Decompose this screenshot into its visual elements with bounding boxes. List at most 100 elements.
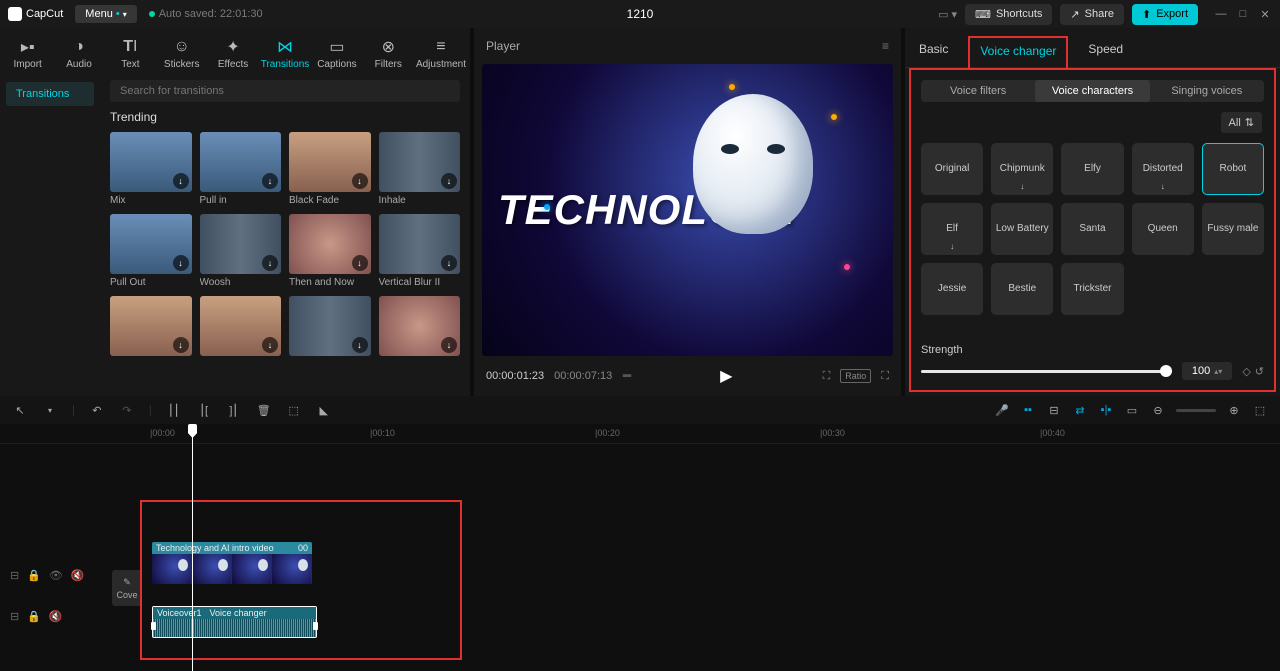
voice-jessie[interactable]: Jessie xyxy=(921,263,983,315)
transition-item[interactable]: ↓Pull in xyxy=(200,132,282,206)
split-icon[interactable]: ⎮⎮ xyxy=(166,402,182,418)
tab-audio[interactable]: ◑Audio xyxy=(53,34,104,74)
sidebar-item-transitions[interactable]: Transitions xyxy=(6,82,94,106)
play-button[interactable]: ▶ xyxy=(720,366,732,386)
aspect-icon[interactable]: ▭ ▾ xyxy=(938,8,957,21)
clip-handle-left[interactable] xyxy=(151,622,156,630)
voice-trickster[interactable]: Trickster xyxy=(1061,263,1123,315)
split-left-icon[interactable]: ⎮[ xyxy=(196,402,212,418)
subtab-voice-characters[interactable]: Voice characters xyxy=(1035,80,1149,102)
voice-elfy[interactable]: Elfy xyxy=(1061,143,1123,195)
upload-icon: ⬆ xyxy=(1142,8,1151,21)
transition-item[interactable]: ↓Then and Now xyxy=(289,214,371,288)
fullscreen-icon[interactable]: ⛶ xyxy=(881,370,889,383)
timeline[interactable]: |00:00 |00:10 |00:20 |00:30 |00:40 ⊟🔒👁🔇 … xyxy=(0,424,1280,671)
tab-transitions[interactable]: ⋈Transitions xyxy=(259,34,312,74)
transitions-grid: ↓Mix ↓Pull in ↓Black Fade ↓Inhale ↓Pull … xyxy=(110,132,460,359)
zoom-slider[interactable] xyxy=(1176,409,1216,412)
tab-captions[interactable]: ▭Captions xyxy=(311,34,362,74)
keyframe-icon[interactable]: ◇ xyxy=(1242,365,1250,378)
zoom-in-icon[interactable]: ⊕ xyxy=(1226,402,1242,418)
tab-adjustment[interactable]: ≡Adjustment xyxy=(414,34,468,74)
tab-speed[interactable]: Speed xyxy=(1084,36,1127,67)
monitor-icon[interactable]: ▭ xyxy=(1124,402,1140,418)
close-icon[interactable]: ✕ xyxy=(1258,7,1272,21)
fit-icon[interactable]: ⬚ xyxy=(1252,402,1268,418)
tag-icon[interactable]: ◣ xyxy=(316,402,332,418)
tab-filters[interactable]: ⊗Filters xyxy=(363,34,414,74)
tab-effects[interactable]: ✦Effects xyxy=(207,34,258,74)
lock-icon[interactable]: ⊟ xyxy=(10,610,19,623)
tab-stickers[interactable]: ☺Stickers xyxy=(156,34,207,74)
lock-icon[interactable]: ⊟ xyxy=(10,569,19,582)
clip-handle-right[interactable] xyxy=(313,622,318,630)
transition-item[interactable]: ↓ xyxy=(379,296,461,359)
mute-icon[interactable]: 🔇 xyxy=(49,610,63,623)
mute-icon[interactable]: 🔇 xyxy=(71,569,85,582)
audio-clip[interactable]: Voiceover1Voice changer xyxy=(152,606,317,638)
player-menu-icon[interactable]: ≡ xyxy=(882,39,889,53)
chevron-down-icon[interactable]: ▾ xyxy=(42,402,58,418)
crop-icon[interactable]: ⬚ xyxy=(286,402,302,418)
link-icon[interactable]: ⇄ xyxy=(1072,402,1088,418)
voice-elf[interactable]: Elf↓ xyxy=(921,203,983,255)
share-button[interactable]: ↗Share xyxy=(1060,4,1124,25)
undo-icon[interactable]: ↶ xyxy=(89,402,105,418)
snap-icon[interactable]: ▪▪ xyxy=(1020,402,1036,418)
voice-original[interactable]: Original xyxy=(921,143,983,195)
transition-item[interactable]: ↓Vertical Blur II xyxy=(379,214,461,288)
select-tool-icon[interactable]: ↖ xyxy=(12,402,28,418)
scan-icon[interactable]: ⛶ xyxy=(823,370,831,383)
transition-item[interactable]: ↓Woosh xyxy=(200,214,282,288)
video-clip[interactable]: Technology and AI intro video00 xyxy=(152,542,312,584)
transition-item[interactable]: ↓Mix xyxy=(110,132,192,206)
tab-voice-changer[interactable]: Voice changer xyxy=(968,36,1068,68)
zoom-out-icon[interactable]: ⊖ xyxy=(1150,402,1166,418)
transition-item[interactable]: ↓ xyxy=(289,296,371,359)
voice-low-battery[interactable]: Low Battery xyxy=(991,203,1053,255)
transition-item[interactable]: ↓Black Fade xyxy=(289,132,371,206)
preview-icon[interactable]: ▪|▪ xyxy=(1098,402,1114,418)
align-icon[interactable]: ⊟ xyxy=(1046,402,1062,418)
transition-item[interactable]: ↓ xyxy=(110,296,192,359)
transition-item[interactable]: ↓Inhale xyxy=(379,132,461,206)
voice-queen[interactable]: Queen xyxy=(1132,203,1194,255)
voice-chipmunk[interactable]: Chipmunk↓ xyxy=(991,143,1053,195)
redo-icon[interactable]: ↷ xyxy=(119,402,135,418)
delete-icon[interactable]: 🗑 xyxy=(256,402,272,418)
lock-icon[interactable]: 🔒 xyxy=(27,569,41,582)
lock-icon[interactable]: 🔒 xyxy=(27,610,41,623)
voice-distorted[interactable]: Distorted↓ xyxy=(1132,143,1194,195)
properties-panel: Basic Voice changer Speed Voice filters … xyxy=(905,28,1280,396)
transition-item[interactable]: ↓ xyxy=(200,296,282,359)
strength-value[interactable]: 100▴▾ xyxy=(1182,362,1232,380)
menu-button[interactable]: Menu•▾ xyxy=(75,5,136,23)
transition-item[interactable]: ↓Pull Out xyxy=(110,214,192,288)
shortcuts-button[interactable]: ⌨Shortcuts xyxy=(965,4,1052,25)
maximize-icon[interactable]: □ xyxy=(1236,7,1250,21)
ratio-button[interactable]: Ratio xyxy=(840,369,871,383)
voice-fussy-male[interactable]: Fussy male xyxy=(1202,203,1264,255)
playhead[interactable] xyxy=(192,424,193,671)
reset-icon[interactable]: ↺ xyxy=(1255,365,1264,378)
eye-icon[interactable]: 👁 xyxy=(49,569,63,582)
mic-icon[interactable]: 🎤 xyxy=(994,402,1010,418)
tab-basic[interactable]: Basic xyxy=(915,36,952,67)
project-title: 1210 xyxy=(627,7,654,21)
voice-robot[interactable]: Robot xyxy=(1202,143,1264,195)
subtab-voice-filters[interactable]: Voice filters xyxy=(921,80,1035,102)
voice-santa[interactable]: Santa xyxy=(1061,203,1123,255)
subtab-singing-voices[interactable]: Singing voices xyxy=(1150,80,1264,102)
waveform xyxy=(153,619,316,637)
tab-text[interactable]: TIText xyxy=(105,34,156,74)
minimize-icon[interactable]: — xyxy=(1214,7,1228,21)
tab-import[interactable]: ▸▪Import xyxy=(2,34,53,74)
export-button[interactable]: ⬆Export xyxy=(1132,4,1198,25)
strength-slider[interactable] xyxy=(921,370,1172,373)
voice-bestie[interactable]: Bestie xyxy=(991,263,1053,315)
filter-all-button[interactable]: All⇅ xyxy=(1221,112,1262,133)
search-input[interactable] xyxy=(110,80,460,102)
split-right-icon[interactable]: ]⎮ xyxy=(226,402,242,418)
cover-button[interactable]: ✎Cove xyxy=(112,570,142,606)
player-viewport[interactable]: TECHNOLOGY xyxy=(482,64,893,356)
